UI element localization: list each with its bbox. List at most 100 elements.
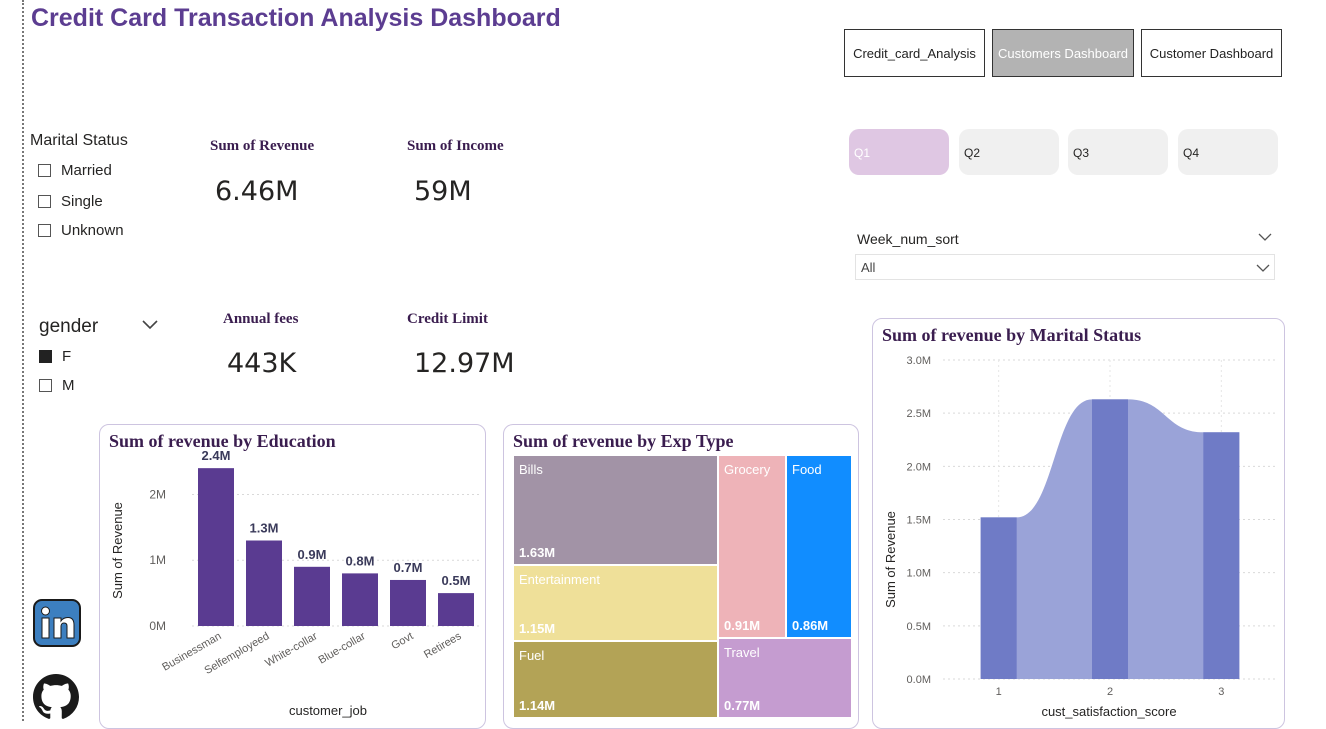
treemap-cell-fuel[interactable]: Fuel 1.14M bbox=[514, 642, 719, 719]
area-bar[interactable] bbox=[1092, 399, 1128, 679]
bar-data-label: 0.5M bbox=[442, 573, 471, 588]
gender-option-m[interactable]: M bbox=[39, 377, 75, 394]
kpi-revenue-value: 6.46M bbox=[215, 176, 299, 207]
nav-credit-card-analysis-button[interactable]: Credit_card_Analysis bbox=[844, 29, 985, 77]
kpi-credit-limit-value: 12.97M bbox=[414, 348, 515, 379]
kpi-income-label: Sum of Income bbox=[407, 138, 504, 154]
treemap-cell-value: 1.14M bbox=[519, 698, 556, 713]
marital-option-label: Married bbox=[61, 162, 112, 179]
x-tick-label: 2 bbox=[1107, 686, 1113, 698]
y-tick-label: 2M bbox=[149, 487, 166, 501]
treemap-cell-name: Bills bbox=[519, 462, 543, 477]
week-filter-title: Week_num_sort bbox=[857, 231, 959, 247]
exp-type-revenue-chart-card: Sum of revenue by Exp Type Bills 1.63M E… bbox=[503, 424, 859, 729]
bar-data-label: 1.3M bbox=[250, 521, 279, 536]
marital-area-chart: 0.0M 0.5M 1.0M 1.5M 2.0M 2.5M 3.0M 1 2 3 Sum of Re… bbox=[883, 355, 1277, 719]
bar[interactable] bbox=[294, 566, 330, 626]
week-filter-dropdown[interactable]: All bbox=[855, 254, 1275, 280]
x-axis-title: cust_satisfaction_score bbox=[1041, 704, 1176, 719]
y-axis-title: Sum of Revenue bbox=[110, 502, 125, 599]
checkbox-f[interactable] bbox=[39, 350, 52, 363]
treemap-cell-value: 1.15M bbox=[519, 621, 556, 636]
bar[interactable] bbox=[390, 579, 426, 626]
linkedin-icon[interactable] bbox=[33, 599, 81, 647]
bar[interactable] bbox=[342, 573, 378, 626]
bar-data-label: 0.9M bbox=[298, 547, 327, 562]
treemap-cell-travel[interactable]: Travel 0.77M bbox=[719, 639, 853, 719]
kpi-revenue-label: Sum of Revenue bbox=[210, 138, 315, 154]
x-tick-label: Retirees bbox=[422, 630, 464, 661]
page-edge-divider bbox=[22, 0, 24, 721]
bar[interactable] bbox=[438, 593, 474, 626]
gender-option-f[interactable]: F bbox=[39, 348, 71, 365]
area-bar[interactable] bbox=[1203, 432, 1240, 679]
kpi-annual-fees-value: 443K bbox=[227, 348, 297, 379]
nav-customer-dashboard-button[interactable]: Customer Dashboard bbox=[1141, 29, 1282, 77]
bar[interactable] bbox=[198, 468, 234, 626]
marital-option-label: Unknown bbox=[61, 222, 124, 239]
checkbox-single[interactable] bbox=[38, 195, 51, 208]
marital-status-slicer: Marital Status Married Single Unknown bbox=[30, 132, 128, 239]
x-tick-label: 1 bbox=[996, 686, 1002, 698]
y-tick-label: 0.5M bbox=[907, 621, 931, 633]
treemap-cell-value: 1.63M bbox=[519, 545, 556, 560]
x-axis-title: customer_job bbox=[289, 703, 367, 718]
gender-option-label: M bbox=[62, 377, 75, 394]
quarter-q3-button[interactable]: Q3 bbox=[1068, 129, 1168, 175]
checkbox-married[interactable] bbox=[38, 164, 51, 177]
gender-option-label: F bbox=[62, 348, 72, 365]
nav-customers-dashboard-button[interactable]: Customers Dashboard bbox=[992, 29, 1134, 77]
chevron-down-icon[interactable] bbox=[141, 319, 159, 331]
week-filter-slicer: Week_num_sort All bbox=[855, 228, 1275, 282]
gender-slicer: gender F M bbox=[39, 316, 164, 406]
page-title: Credit Card Transaction Analysis Dashboa… bbox=[31, 4, 561, 32]
marital-revenue-chart-card: Sum of revenue by Marital Status 0.0M 0.5… bbox=[872, 318, 1285, 729]
treemap-cell-value: 0.77M bbox=[724, 698, 761, 713]
checkbox-unknown[interactable] bbox=[38, 224, 51, 237]
week-filter-value: All bbox=[861, 260, 876, 275]
checkbox-m[interactable] bbox=[39, 379, 52, 392]
quarter-q1-button[interactable]: Q1 bbox=[849, 129, 949, 175]
treemap-cell-name: Food bbox=[792, 462, 822, 477]
marital-option-unknown[interactable]: Unknown bbox=[38, 222, 124, 239]
y-tick-label: 2.5M bbox=[907, 408, 931, 420]
kpi-income-value: 59M bbox=[414, 176, 472, 207]
marital-option-married[interactable]: Married bbox=[38, 162, 112, 179]
treemap-cell-name: Entertainment bbox=[519, 572, 600, 587]
education-revenue-chart-card: Sum of revenue by Education 0M 1M 2M 2.4M Bu… bbox=[99, 424, 486, 729]
education-bar-chart: 0M1M2M2.4MBusinessman1.3MSelfemployeed0.… bbox=[110, 448, 480, 718]
bar-data-label: 0.7M bbox=[394, 560, 423, 575]
x-tick-label: 3 bbox=[1218, 686, 1224, 698]
y-tick-label: 1M bbox=[149, 553, 166, 567]
bar-data-label: 2.4M bbox=[202, 448, 231, 463]
bar[interactable] bbox=[246, 540, 282, 627]
kpi-annual-fees-label: Annual fees bbox=[223, 311, 299, 327]
marital-status-slicer-title: Marital Status bbox=[30, 132, 128, 149]
marital-option-label: Single bbox=[61, 193, 103, 210]
quarter-q4-button[interactable]: Q4 bbox=[1178, 129, 1278, 175]
treemap-cell-grocery[interactable]: Grocery 0.91M bbox=[719, 456, 787, 639]
x-tick-label: Blue-collar bbox=[316, 630, 367, 667]
y-axis-title: Sum of Revenue bbox=[883, 511, 898, 608]
marital-option-single[interactable]: Single bbox=[38, 193, 103, 210]
treemap-cell-bills[interactable]: Bills 1.63M bbox=[514, 456, 719, 566]
exp-type-treemap: Bills 1.63M Entertainment 1.15M Fuel 1.1… bbox=[514, 456, 853, 719]
bar-data-label: 0.8M bbox=[346, 553, 375, 568]
y-tick-label: 1.5M bbox=[907, 515, 931, 527]
x-tick-label: White-collar bbox=[263, 630, 320, 670]
y-tick-label: 2.0M bbox=[907, 461, 931, 473]
chevron-down-icon bbox=[1256, 264, 1270, 272]
y-tick-label: 3.0M bbox=[907, 355, 931, 367]
area-bar[interactable] bbox=[980, 517, 1017, 679]
exp-type-chart-title: Sum of revenue by Exp Type bbox=[513, 431, 734, 451]
github-icon[interactable] bbox=[33, 674, 79, 720]
treemap-cell-entertainment[interactable]: Entertainment 1.15M bbox=[514, 566, 719, 642]
quarter-q2-button[interactable]: Q2 bbox=[959, 129, 1059, 175]
kpi-credit-limit-label: Credit Limit bbox=[407, 311, 488, 327]
treemap-cell-value: 0.91M bbox=[724, 618, 761, 633]
treemap-cell-value: 0.86M bbox=[792, 618, 829, 633]
treemap-cell-food[interactable]: Food 0.86M bbox=[787, 456, 853, 639]
chevron-down-icon[interactable] bbox=[1257, 232, 1273, 242]
y-tick-label: 0M bbox=[149, 619, 166, 633]
treemap-cell-name: Grocery bbox=[724, 462, 771, 477]
